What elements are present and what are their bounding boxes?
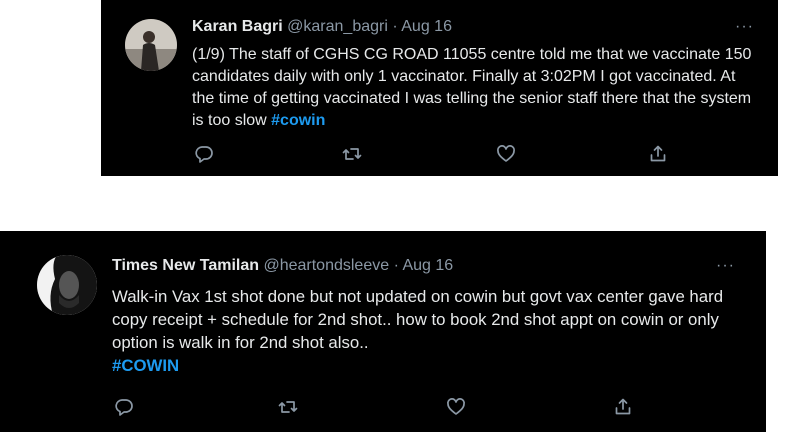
retweet-icon[interactable] [342, 144, 364, 166]
more-options-icon[interactable]: ··· [735, 18, 754, 36]
share-icon[interactable] [613, 397, 635, 419]
tweet-header: Karan Bagri @karan_bagri · Aug 16 [192, 18, 452, 36]
author-handle[interactable]: @karan_bagri [287, 18, 388, 35]
tweet-header: Times New Tamilan @heartondsleeve · Aug … [112, 257, 453, 275]
action-bar [112, 397, 632, 421]
reply-icon[interactable] [114, 397, 136, 419]
like-icon[interactable] [446, 397, 468, 419]
more-options-icon[interactable]: ··· [716, 257, 735, 275]
avatar-photo [37, 255, 97, 315]
tweet-text: Walk-in Vax 1st shot done but not update… [112, 285, 732, 377]
author-name[interactable]: Times New Tamilan [112, 257, 259, 274]
share-icon[interactable] [648, 144, 670, 166]
tweet-body-text: Walk-in Vax 1st shot done but not update… [112, 287, 724, 352]
action-bar [192, 144, 672, 168]
author-handle[interactable]: @heartondsleeve [263, 257, 389, 274]
hashtag-link[interactable]: #cowin [271, 112, 325, 129]
tweet-text: (1/9) The staff of CGHS CG ROAD 11055 ce… [192, 44, 752, 132]
retweet-icon[interactable] [278, 397, 300, 419]
separator-dot: · [393, 257, 399, 274]
hashtag-link[interactable]: #COWIN [112, 356, 179, 375]
tweet-date[interactable]: Aug 16 [401, 18, 452, 35]
tweet-card[interactable]: Karan Bagri @karan_bagri · Aug 16 ··· (1… [101, 0, 778, 176]
author-name[interactable]: Karan Bagri [192, 18, 283, 35]
tweet-date[interactable]: Aug 16 [402, 257, 453, 274]
tweet-card[interactable]: Times New Tamilan @heartondsleeve · Aug … [0, 231, 766, 432]
separator-dot: · [392, 18, 398, 35]
reply-icon[interactable] [194, 144, 216, 166]
avatar-photo [125, 19, 177, 71]
avatar[interactable] [37, 255, 97, 315]
avatar[interactable] [125, 19, 177, 71]
like-icon[interactable] [496, 144, 518, 166]
